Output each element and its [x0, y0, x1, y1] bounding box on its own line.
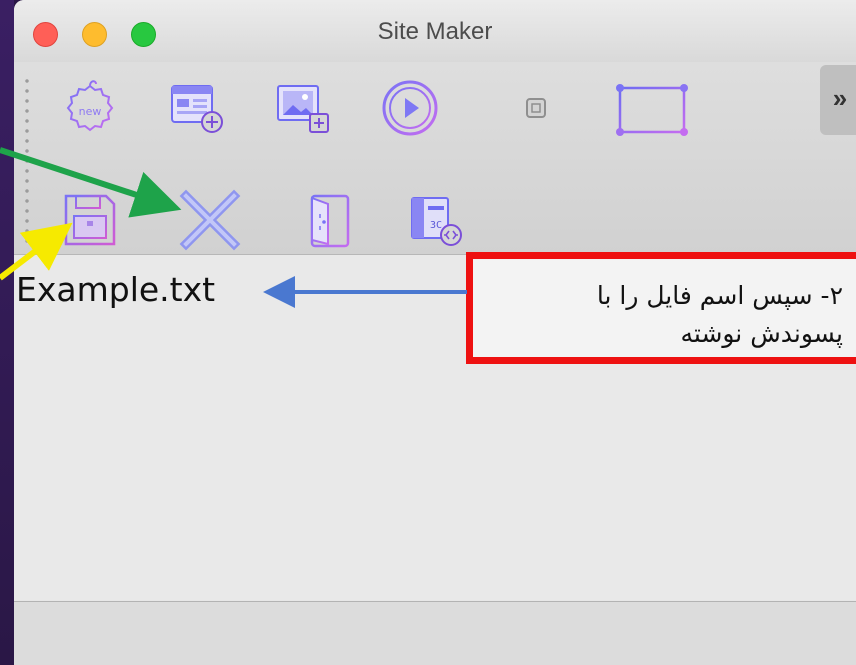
svg-text:new: new: [79, 105, 102, 118]
save-disk-icon[interactable]: [58, 188, 122, 252]
annotation-line-1: ۲- سپس اسم فایل را با: [596, 281, 843, 310]
annotation-text: ۲- سپس اسم فایل را با پسوندش نوشته: [597, 277, 843, 353]
filename-text: Example.txt: [16, 270, 216, 309]
desktop-background: [0, 0, 14, 665]
svg-text:3C: 3C: [430, 220, 442, 231]
small-box-icon[interactable]: [504, 76, 568, 140]
annotation-line-2: پسوندش نوشته: [680, 319, 844, 348]
toolbar-overflow-button[interactable]: »: [820, 65, 856, 135]
play-video-icon[interactable]: [378, 76, 442, 140]
annotation-callout: ۲- سپس اسم فایل را با پسوندش نوشته: [466, 252, 856, 364]
toolbar: new » 3C: [14, 62, 856, 255]
toolbar-grip[interactable]: [24, 76, 30, 246]
rectangle-select-icon[interactable]: [608, 76, 696, 140]
code-file-icon[interactable]: 3C: [404, 188, 468, 252]
door-exit-icon[interactable]: [298, 188, 362, 252]
window-title: Site Maker: [377, 18, 493, 45]
status-bar: [14, 601, 856, 665]
new-badge-icon[interactable]: new: [58, 76, 122, 140]
title-bar: Site Maker: [14, 0, 856, 63]
overflow-chevron-icon: »: [832, 83, 848, 113]
close-x-icon[interactable]: [174, 184, 246, 256]
add-image-icon[interactable]: [270, 76, 334, 140]
add-page-icon[interactable]: [164, 76, 228, 140]
